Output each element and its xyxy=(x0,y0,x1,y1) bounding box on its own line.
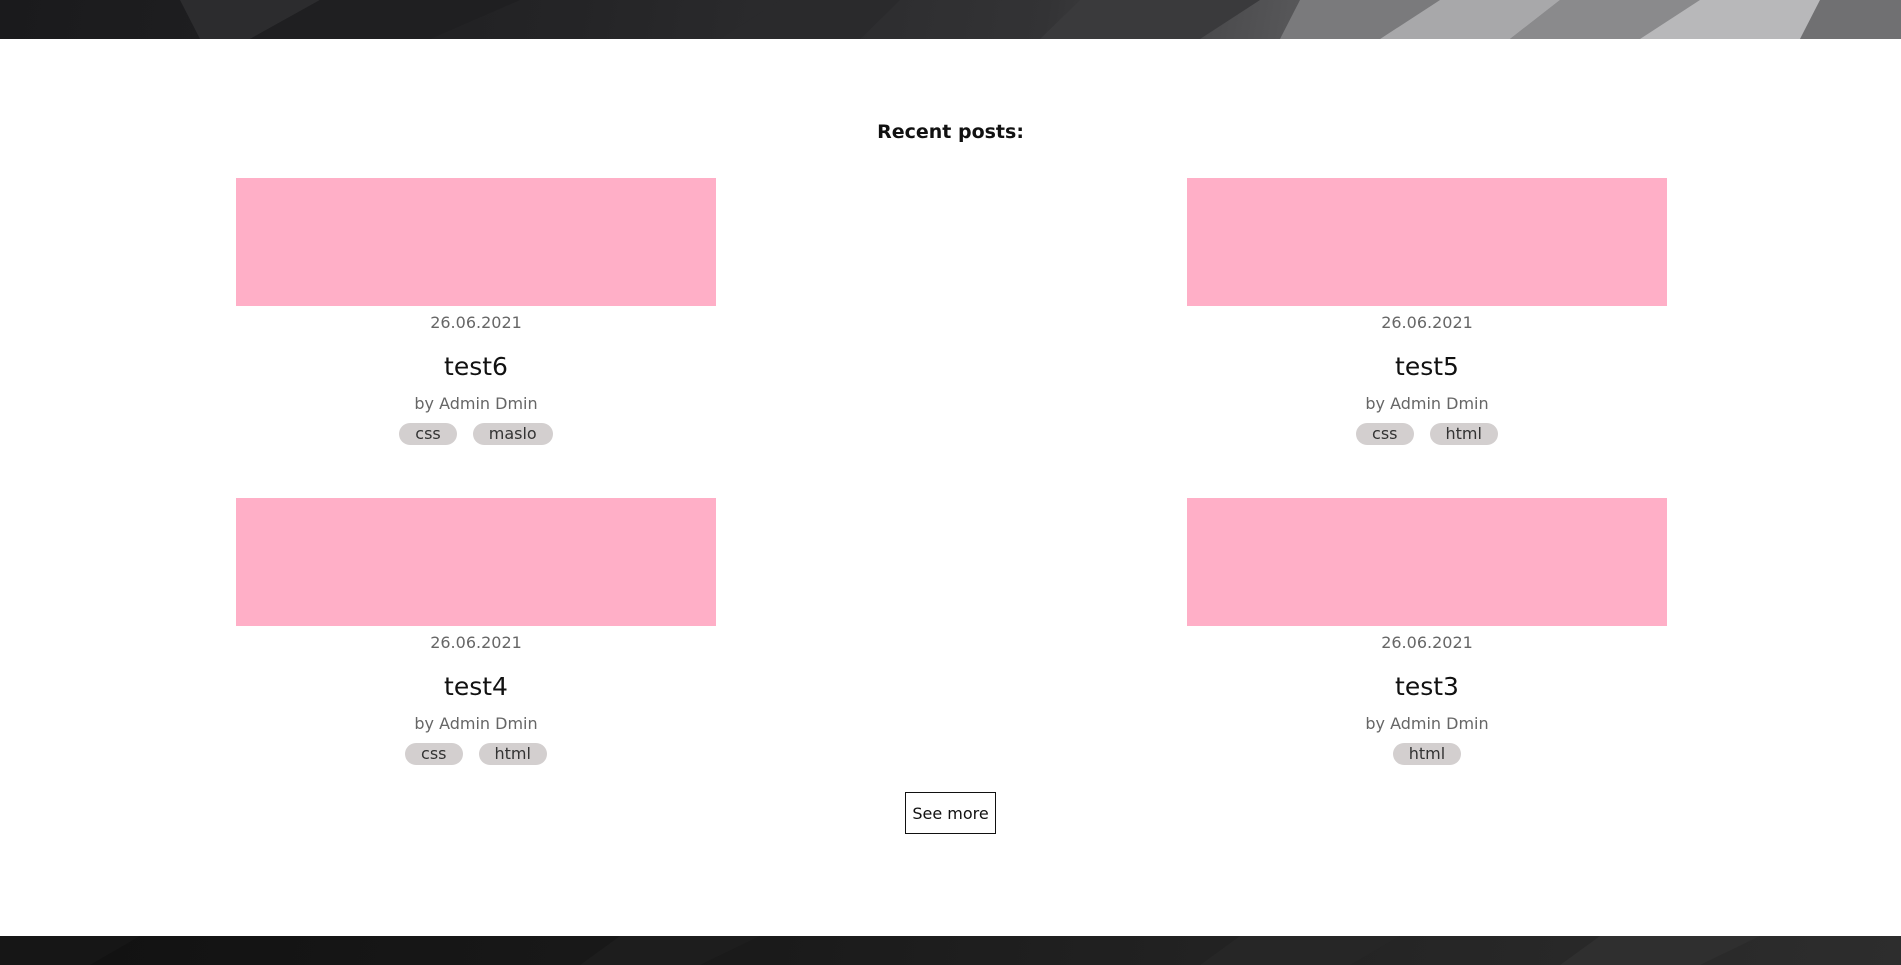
post-title[interactable]: test4 xyxy=(236,671,716,703)
post-tags: html xyxy=(1187,743,1667,765)
post-author: by Admin Dmin xyxy=(414,714,538,733)
header-polygon-pattern xyxy=(180,0,1901,39)
post-date: 26.06.2021 xyxy=(430,313,522,332)
post-thumbnail[interactable] xyxy=(236,178,716,306)
post-card[interactable]: 26.06.2021 test5 by Admin Dmin css html xyxy=(1187,178,1667,445)
tag-badge[interactable]: html xyxy=(1392,743,1462,765)
recent-posts-heading: Recent posts: xyxy=(877,121,1024,143)
post-author: by Admin Dmin xyxy=(414,394,538,413)
post-thumbnail[interactable] xyxy=(1187,178,1667,306)
post-card[interactable]: 26.06.2021 test3 by Admin Dmin html xyxy=(1187,498,1667,765)
post-card[interactable]: 26.06.2021 test6 by Admin Dmin css maslo xyxy=(236,178,716,445)
post-date: 26.06.2021 xyxy=(1381,633,1473,652)
tag-badge[interactable]: maslo xyxy=(472,423,553,445)
post-title[interactable]: test6 xyxy=(236,351,716,383)
post-card[interactable]: 26.06.2021 test4 by Admin Dmin css html xyxy=(236,498,716,765)
post-author: by Admin Dmin xyxy=(1365,714,1489,733)
tag-badge[interactable]: html xyxy=(478,743,547,765)
tag-badge[interactable]: css xyxy=(405,743,463,765)
post-date: 26.06.2021 xyxy=(1381,313,1473,332)
see-more-button[interactable]: See more xyxy=(905,792,996,834)
post-date: 26.06.2021 xyxy=(430,633,522,652)
post-title[interactable]: test5 xyxy=(1187,351,1667,383)
post-tags: css html xyxy=(236,743,716,765)
tag-badge[interactable]: html xyxy=(1429,423,1498,445)
post-author: by Admin Dmin xyxy=(1365,394,1489,413)
post-title[interactable]: test3 xyxy=(1187,671,1667,703)
tag-badge[interactable]: css xyxy=(399,423,457,445)
header-banner xyxy=(0,0,1901,39)
footer-banner xyxy=(0,936,1901,965)
post-thumbnail[interactable] xyxy=(236,498,716,626)
footer-polygon-pattern xyxy=(0,936,1760,965)
post-tags: css html xyxy=(1187,423,1667,445)
post-tags: css maslo xyxy=(236,423,716,445)
post-thumbnail[interactable] xyxy=(1187,498,1667,626)
tag-badge[interactable]: css xyxy=(1356,423,1414,445)
